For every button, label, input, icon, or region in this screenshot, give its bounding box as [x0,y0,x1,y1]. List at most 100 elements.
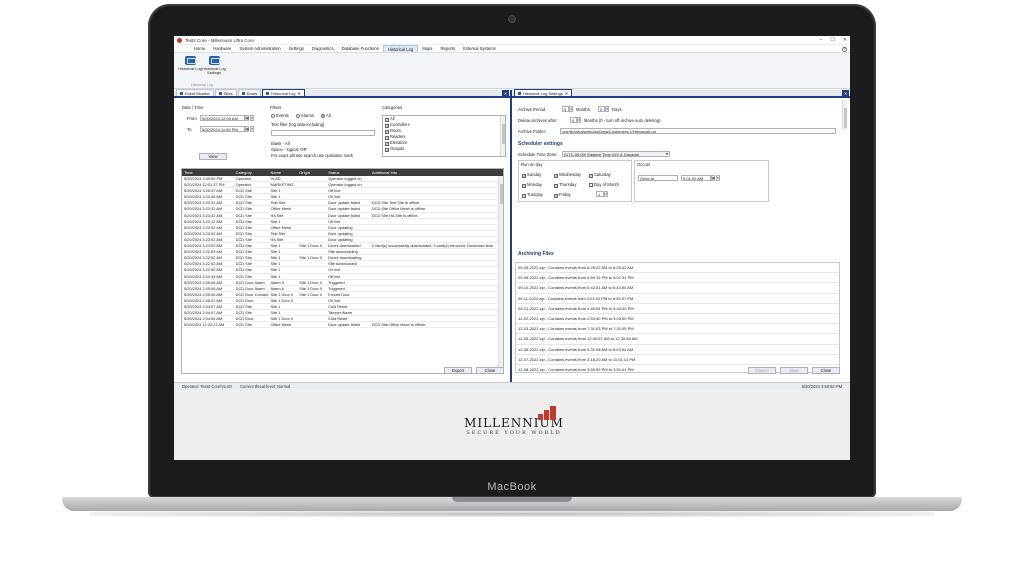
checkbox-checked[interactable]: ✓ [554,194,558,198]
timezone-select[interactable]: (UTC-05:00) Eastern Time (US & Canada) [562,151,670,157]
day-sunday[interactable]: ✓Sunday [522,172,541,178]
table-row[interactable]: 5/20/2024 12:32:21 AM DCD Site Office Mesh… [182,322,503,329]
occurs-select[interactable]: Once At [638,175,678,181]
tab-event-monitor[interactable]: Event Monitor [176,89,214,96]
menu-hardware[interactable]: Hardware [209,45,235,52]
menu-home[interactable]: Home [190,45,209,52]
checkbox-checked[interactable]: ✓ [554,184,558,188]
menu-database-functions[interactable]: Database Functions [338,45,383,52]
menu-reports[interactable]: Reports [436,45,459,52]
occurs-time-spinner[interactable]: ▾ [716,175,720,181]
maximize-icon[interactable]: ☐ [830,37,834,43]
delete-months-input[interactable]: 0 [570,117,577,123]
archive-days-input[interactable]: 0 [598,106,605,112]
menu-system-administration[interactable]: System Administration [235,45,284,52]
day-saturday[interactable]: ✓Saturday [589,172,611,178]
menu-maps[interactable]: Maps [418,45,436,52]
cell-time: 5/20/2024 12:01:37 PM [184,182,225,188]
list-item[interactable]: 09-11-2022.zip - Contains events from 4:… [516,294,839,304]
occurs-time-calendar-icon[interactable]: ▦ [711,175,715,181]
from-spinner[interactable]: ▾ [250,115,254,121]
save-button[interactable]: Save [780,367,808,374]
tab-historical-log-settings[interactable]: Historical Log Settings ✕ [514,89,573,97]
list-item[interactable]: 12-02-2022.zip - Contains events from 2:… [516,314,839,325]
menu-diagnostics[interactable]: Diagnostics [308,45,338,52]
archive-months-stepper[interactable]: ⇕ [569,106,573,112]
cell-name: Site 1 Door 0 [270,297,294,303]
list-item[interactable]: 12-07-2022.zip - Contains events from 3:… [516,355,839,365]
checkbox-checked[interactable]: ✓ [522,194,526,198]
close-button[interactable]: Close [476,367,504,374]
cell-time: 5/20/2024 3:23:32 AM [184,206,223,212]
checkbox-checked[interactable]: ✓ [385,148,389,152]
tab-sites[interactable]: Sites [214,89,237,96]
column-header-name[interactable]: Name [268,169,297,176]
close-tab-icon[interactable]: ✕ [565,90,568,97]
close-tab-icon[interactable]: ✕ [298,90,301,97]
checkbox-unchecked[interactable] [589,183,593,187]
archive-folder-input[interactable]: /usr/lib/ultra/web/AppData/Customers/1/H… [560,128,836,134]
text-filter-input[interactable] [271,130,375,136]
delete-months-stepper[interactable]: ⇕ [577,117,581,123]
grid-scrollbar[interactable] [498,176,503,373]
column-header-status[interactable]: Status [326,169,370,176]
radio-alarms-dot[interactable] [296,114,300,118]
checkbox-checked[interactable]: ✓ [589,174,593,178]
list-item[interactable]: 12-03-2022.zip - Contains events from 7:… [516,324,839,335]
export-button[interactable]: Export [444,367,472,374]
list-item[interactable]: 12-06-2022.zip - Contains events from 5:… [516,345,839,355]
day-wednesday[interactable]: ✓Wednesday [554,172,581,178]
radio-alarms[interactable]: Alarms [296,113,314,118]
to-date-input[interactable]: 5/20/2024 11:59 PM [200,126,245,132]
list-item[interactable]: 09-05-2022.zip - Contains events from 6:… [516,263,839,274]
cancel-button[interactable]: Cancel [748,367,776,374]
settings-scrollbar[interactable] [842,100,847,130]
pane-close-icon[interactable]: ✕ [842,90,849,97]
chevron-down-icon[interactable]: ▾ [666,151,668,156]
to-calendar-icon[interactable]: ▦ [245,126,249,132]
radio-all-dot[interactable] [321,114,325,118]
column-header-category[interactable]: Category [234,169,269,176]
view-button[interactable]: View [199,153,227,160]
from-calendar-icon[interactable]: ▦ [245,115,249,121]
menu-historical-log[interactable]: Historical Log [382,45,419,52]
list-item[interactable]: 09-10-2022.zip - Contains events from 6:… [516,283,839,294]
day-monday[interactable]: ✓Monday [522,182,542,188]
menu-external-systems[interactable]: External Systems [459,45,500,52]
occurs-time-input[interactable]: 5:01:00 AM [681,175,711,181]
day-thursday[interactable]: ✓Thursday [554,182,576,188]
day-of-month-stepper[interactable]: ⇕ [604,191,608,197]
from-date-input[interactable]: 5/20/2024 12:00 AM [200,115,245,121]
cell-status: Door updating [328,230,353,236]
list-item[interactable]: 09-06-2022.zip - Contains events from 4:… [516,273,839,284]
column-header-origin[interactable]: Origin [297,169,326,176]
to-spinner[interactable]: ▾ [250,126,254,132]
tab-historical-log[interactable]: Historical Log ✕ [262,89,305,96]
list-item[interactable]: 09-21-2022.zip - Contains events from 4:… [516,304,839,314]
day-friday[interactable]: ✓Friday [554,192,571,198]
category-item[interactable]: ✓Outputs [383,146,505,152]
pane-close-icon[interactable]: ✕ [502,90,509,97]
radio-events-dot[interactable] [271,114,275,118]
radio-events[interactable]: Events [271,113,289,118]
day-of-month-input[interactable]: 1 [596,191,604,197]
column-header-time[interactable]: Time [182,169,234,176]
menu-settings[interactable]: Settings [285,45,308,52]
categories-scrollbar[interactable] [500,116,505,156]
day-of-month[interactable]: Day of Month [589,182,619,187]
checkbox-checked[interactable]: ✓ [554,174,558,178]
archive-months-input[interactable]: 3 [562,106,569,112]
archive-days-stepper[interactable]: ⇕ [605,106,609,112]
minimize-icon[interactable]: – [820,37,823,43]
checkbox-checked[interactable]: ✓ [522,174,526,178]
list-item[interactable]: 12-05-2022.zip - Contains events from 12… [516,334,839,345]
brand-tagline: SECURE YOUR WORLD [466,430,562,436]
tab-doors[interactable]: Doors [237,89,262,96]
settings-close-button[interactable]: Close [812,367,840,374]
radio-all[interactable]: All [321,113,331,118]
column-header-additional-info[interactable]: Additional Info [370,169,503,176]
day-tuesday[interactable]: ✓Tuesday [522,192,543,198]
help-icon[interactable]: ? [842,47,847,52]
close-icon[interactable]: ✕ [843,37,847,43]
checkbox-checked[interactable]: ✓ [522,184,526,188]
